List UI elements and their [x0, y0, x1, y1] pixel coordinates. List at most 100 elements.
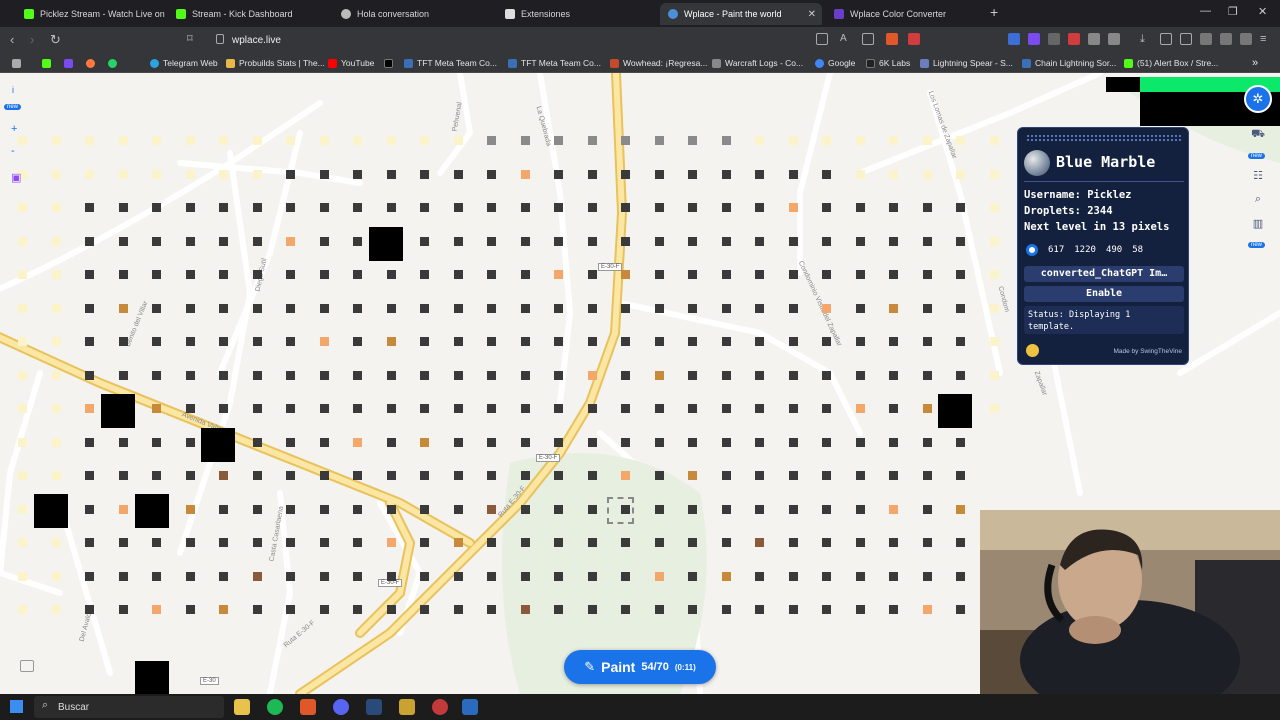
translate-icon[interactable]: A: [840, 33, 852, 45]
search-icon[interactable]: ⌕: [1251, 193, 1265, 205]
vpn-icon[interactable]: [1200, 33, 1212, 45]
new-tab-button[interactable]: +: [990, 4, 998, 20]
paint-button[interactable]: ✎ Paint 54/70 (0:11): [564, 650, 716, 684]
tab-hola-conversation[interactable]: Hola conversation: [333, 3, 491, 25]
extension-icon[interactable]: [1108, 33, 1120, 45]
twitch-icon[interactable]: ▣: [11, 171, 26, 184]
app-icon[interactable]: [399, 699, 415, 715]
extension-icon[interactable]: [1088, 33, 1100, 45]
blue-marble-panel[interactable]: Blue Marble Username: Picklez Droplets: …: [1017, 127, 1189, 365]
tab-kick-dashboard[interactable]: Stream - Kick Dashboard: [168, 3, 326, 25]
template-pixel: [922, 404, 932, 413]
bookmark-icon[interactable]: ⌑: [187, 32, 193, 45]
bookmark-firefox[interactable]: [86, 56, 95, 70]
windows-start-icon[interactable]: [10, 700, 23, 713]
template-pixel: [487, 337, 496, 346]
forward-icon[interactable]: ›: [30, 32, 34, 47]
zoom-out-button[interactable]: -: [11, 145, 26, 157]
site-info-icon[interactable]: [216, 34, 224, 44]
download-icon[interactable]: ⤓: [1140, 33, 1152, 45]
coord-pixel-y[interactable]: 58: [1132, 245, 1143, 255]
template-pixel: [487, 270, 496, 279]
taskbar-search[interactable]: ⌕ Buscar: [34, 696, 224, 718]
bookmark-6k-labs[interactable]: 6K Labs: [866, 56, 910, 70]
screen-icon[interactable]: [816, 33, 828, 45]
menu-icon[interactable]: ≡: [1260, 33, 1272, 45]
maximize-icon[interactable]: ❐: [1228, 5, 1238, 18]
globe-icon: [1024, 150, 1050, 176]
template-pixel: [688, 270, 697, 279]
back-icon[interactable]: ‹: [10, 32, 14, 47]
close-icon[interactable]: ✕: [808, 9, 816, 20]
template-pixel: [922, 236, 932, 246]
brave-shield-icon[interactable]: [886, 33, 898, 45]
template-pixel: [85, 538, 94, 547]
wallet-icon[interactable]: [1180, 33, 1192, 45]
painted-pixel: [135, 661, 169, 694]
bookmark-tft-2[interactable]: TFT Meta Team Co...: [508, 56, 601, 70]
apps-icon[interactable]: [12, 56, 21, 70]
extension-icon[interactable]: [1048, 33, 1060, 45]
reload-icon[interactable]: ↻: [50, 32, 61, 48]
bookmark-whatsapp[interactable]: [108, 56, 117, 70]
brave-rewards-icon[interactable]: [908, 33, 920, 45]
obs-icon[interactable]: [432, 699, 448, 715]
template-pixel: [889, 571, 898, 581]
spotify-icon[interactable]: [267, 699, 283, 715]
tab-wplace[interactable]: Wplace - Paint the world ✕: [660, 3, 822, 25]
more-bookmarks-icon[interactable]: »: [1252, 56, 1258, 70]
coord-pixel-x[interactable]: 490: [1106, 245, 1122, 255]
bookmark-lightning-spear[interactable]: Lightning Spear - S...: [920, 56, 1013, 70]
extension-icon[interactable]: [1008, 33, 1020, 45]
bookmark-youtube[interactable]: YouTube: [328, 56, 374, 70]
app-icon[interactable]: [462, 699, 478, 715]
bookmark-kick[interactable]: [42, 56, 51, 70]
brave-icon[interactable]: [300, 699, 316, 715]
bookmark-chain-lightning[interactable]: Chain Lightning Sor...: [1022, 56, 1116, 70]
bookmark-telegram[interactable]: Telegram Web: [150, 56, 218, 70]
extension-icon[interactable]: [1028, 33, 1040, 45]
close-window-icon[interactable]: ✕: [1258, 5, 1267, 18]
coord-tile-x[interactable]: 617: [1048, 245, 1064, 255]
template-pixel: [855, 538, 865, 547]
leaderboard-icon[interactable]: ▥: [1251, 217, 1265, 230]
divider: [1024, 181, 1184, 182]
file-explorer-icon[interactable]: [234, 699, 250, 715]
tab-picklez-stream[interactable]: Picklez Stream - Watch Live on Kick: [16, 3, 166, 25]
zoom-in-button[interactable]: +: [11, 123, 26, 135]
enable-button[interactable]: Enable: [1024, 286, 1184, 302]
template-file-button[interactable]: converted_ChatGPT Im…: [1024, 266, 1184, 282]
template-pixel: [85, 270, 94, 279]
avatar[interactable]: ✲: [1244, 85, 1272, 113]
template-pixel: [286, 236, 295, 246]
bookmark-x[interactable]: [384, 56, 393, 70]
settings-icon[interactable]: [1026, 344, 1039, 357]
discord-icon[interactable]: [333, 699, 349, 715]
sidebar-icon[interactable]: [1160, 33, 1172, 45]
template-pixel: [554, 437, 563, 447]
bookmark-google[interactable]: Google: [815, 56, 855, 70]
shield-icon[interactable]: [1240, 33, 1252, 45]
bookmark-warcraft-logs[interactable]: Warcraft Logs - Co...: [712, 56, 803, 70]
share-icon[interactable]: [862, 33, 874, 45]
bookmark-twitch[interactable]: [64, 56, 73, 70]
bookmark-wowhead[interactable]: Wowhead: ¡Regresa...: [610, 56, 707, 70]
group-icon[interactable]: ☷: [1251, 169, 1265, 182]
leo-icon[interactable]: [1220, 33, 1232, 45]
template-pixel: [554, 203, 563, 212]
bookmark-probuilds[interactable]: Probuilds Stats | The...: [226, 56, 325, 70]
cart-icon[interactable]: ⛟: [1251, 128, 1265, 140]
layers-icon[interactable]: [20, 660, 34, 672]
tab-color-converter[interactable]: Wplace Color Converter: [826, 3, 984, 25]
template-pixel: [989, 370, 999, 380]
info-icon[interactable]: i: [12, 85, 26, 95]
bookmark-alert-box[interactable]: (51) Alert Box / Stre...: [1124, 56, 1218, 70]
coord-tile-y[interactable]: 1220: [1074, 245, 1096, 255]
drag-handle[interactable]: [1026, 134, 1182, 142]
bookmark-tft-1[interactable]: TFT Meta Team Co...: [404, 56, 497, 70]
pin-icon[interactable]: [1026, 244, 1038, 256]
tab-extensiones[interactable]: Extensiones: [497, 3, 655, 25]
steam-icon[interactable]: [366, 699, 382, 715]
extension-icon[interactable]: [1068, 33, 1080, 45]
minimize-icon[interactable]: —: [1200, 5, 1211, 17]
